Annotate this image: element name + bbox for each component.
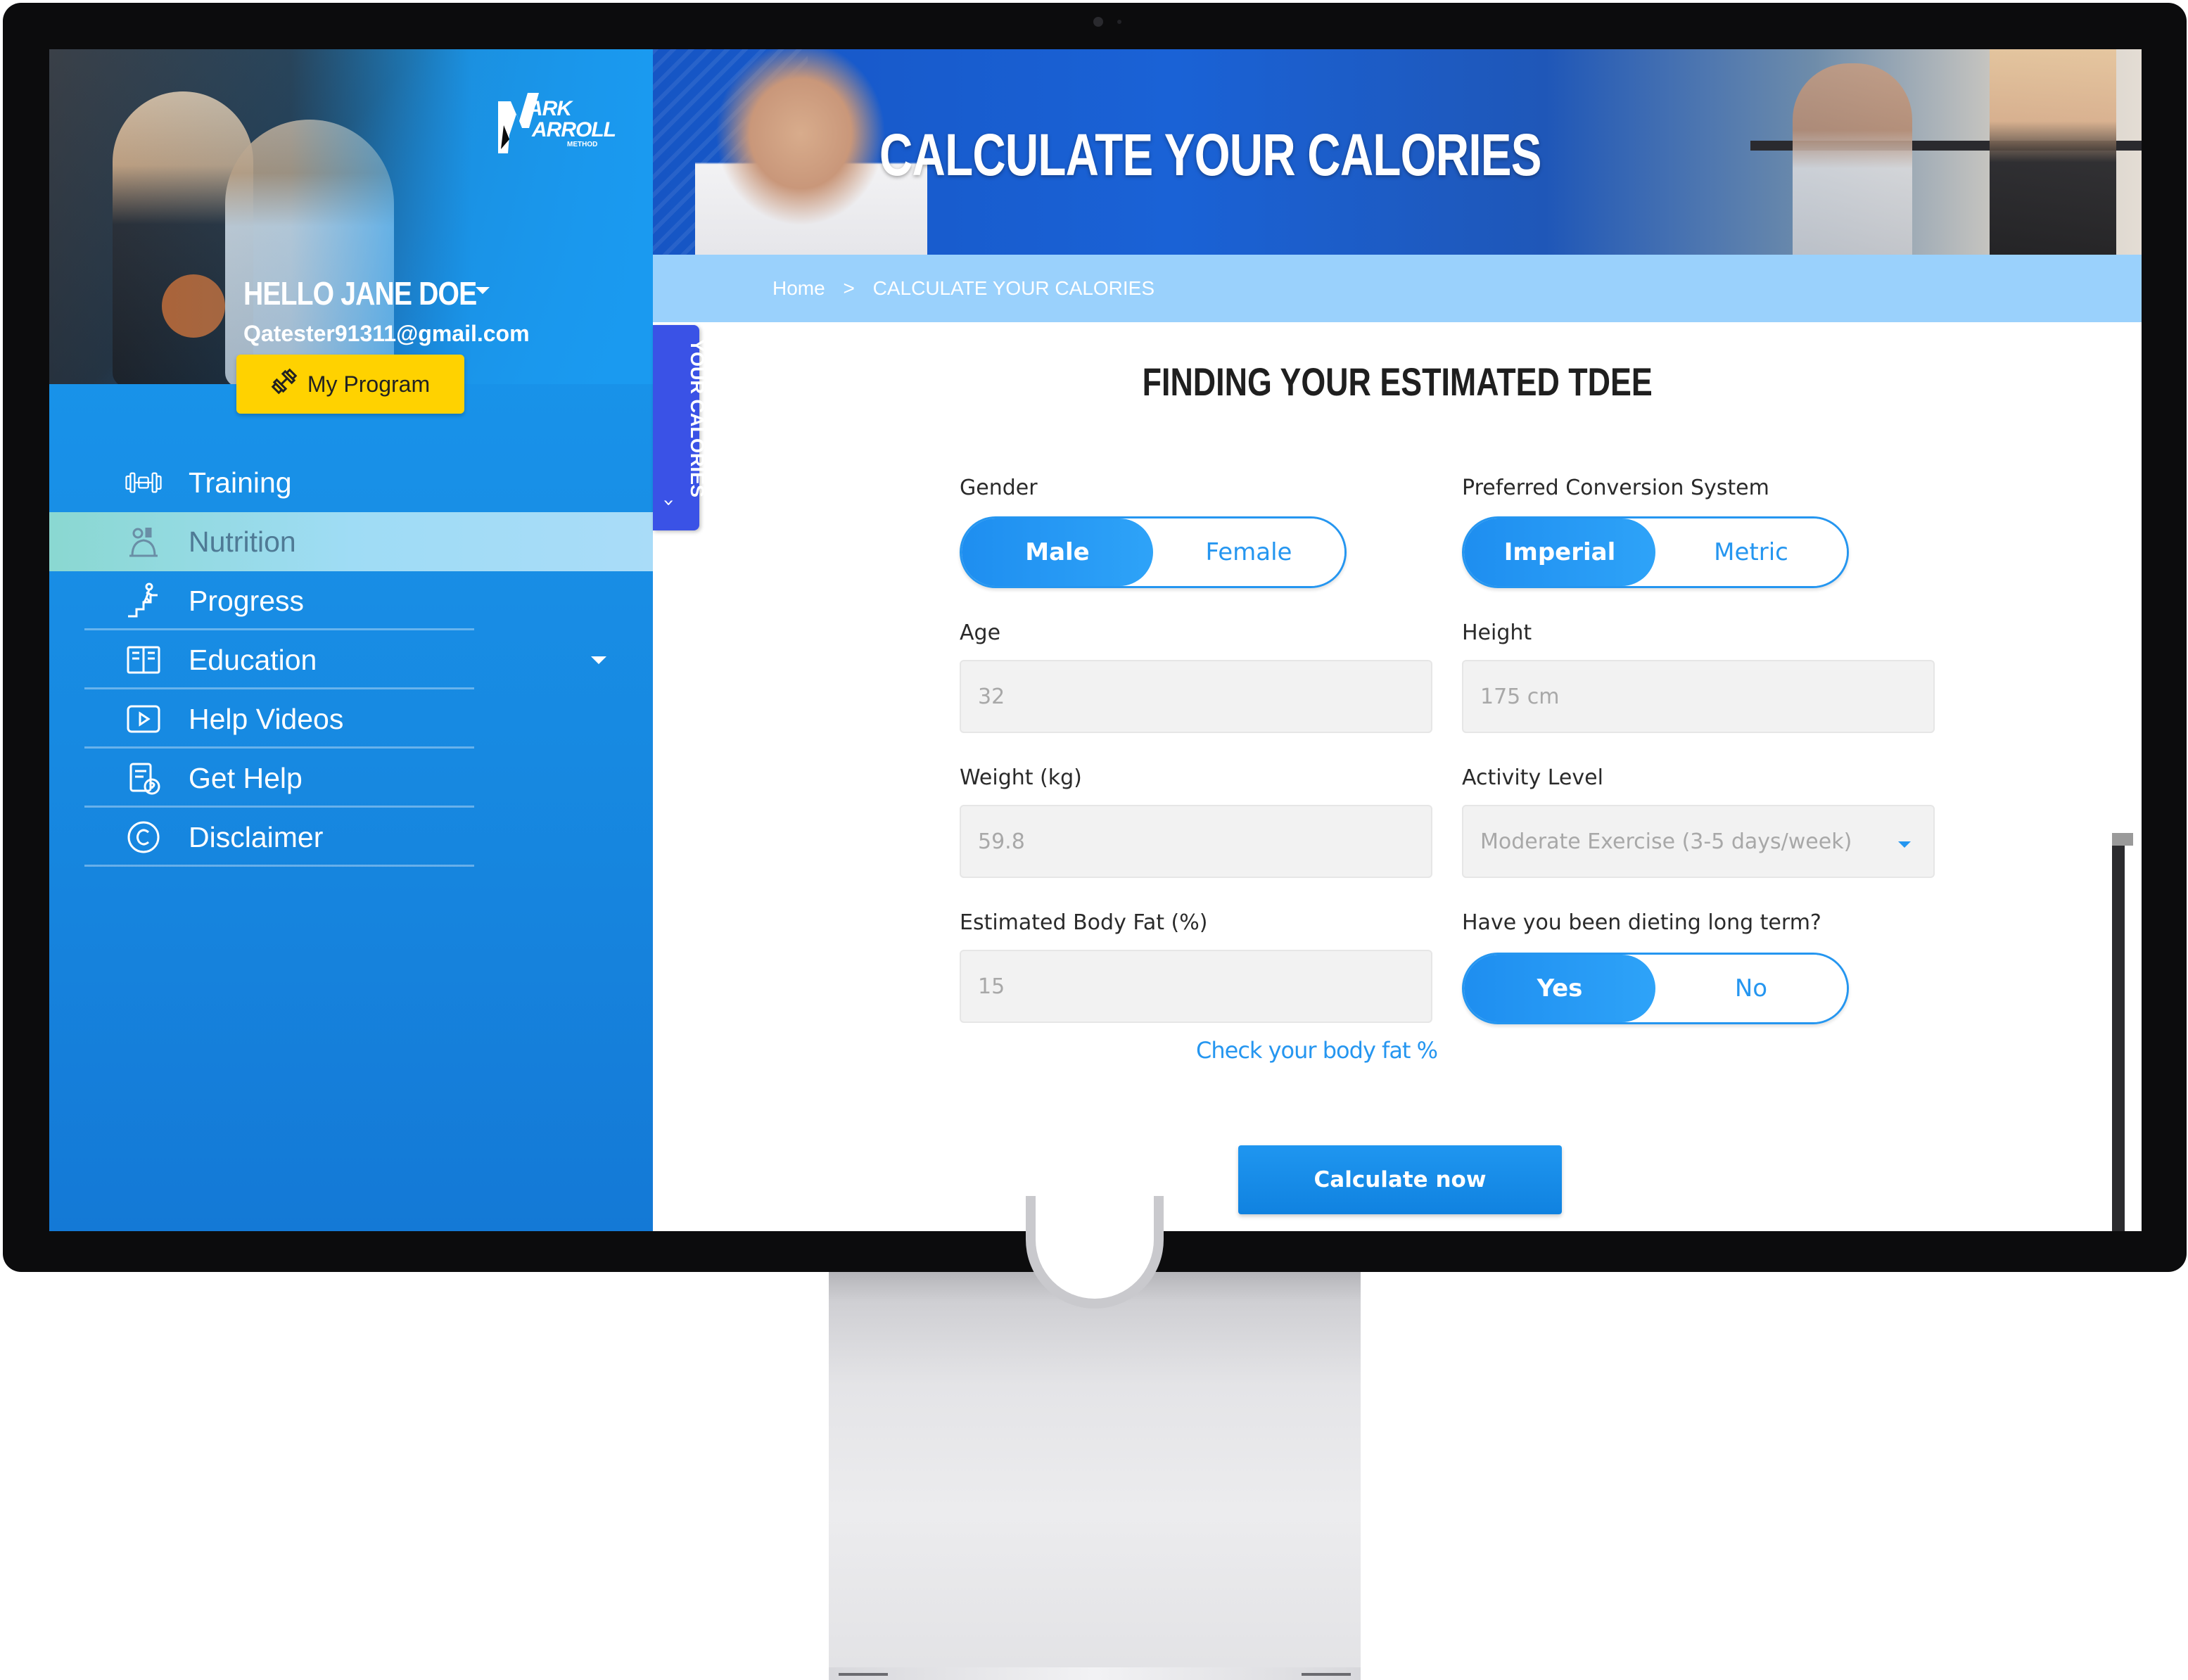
sidebar-item-label: Help Videos [189, 702, 344, 735]
logo-text-line3: METHOD [567, 141, 598, 148]
help-clipboard-icon [125, 760, 162, 796]
sidebar-item-training[interactable]: Training [49, 453, 653, 512]
chevron-down-icon[interactable] [591, 656, 606, 664]
breadcrumb: Home > CALCULATE YOUR CALORIES [653, 255, 2142, 322]
sidebar: ARK ARROLL METHOD HELLO JANE DOE Qateste… [49, 49, 653, 1231]
my-program-label: My Program [307, 371, 431, 397]
gender-label: Gender [960, 476, 1038, 500]
sidebar-item-disclaimer[interactable]: Disclaimer [49, 808, 653, 867]
weight-input[interactable]: 59.8 [960, 805, 1432, 878]
age-input[interactable]: 32 [960, 660, 1432, 733]
dieting-label: Have you been dieting long term? [1462, 910, 1821, 935]
sidebar-item-label: Training [189, 466, 292, 499]
sidebar-item-help-videos[interactable]: Help Videos [49, 689, 653, 749]
sidebar-item-label: Progress [189, 584, 305, 617]
sidebar-item-get-help[interactable]: Get Help [49, 749, 653, 808]
scrollbar[interactable] [2112, 833, 2125, 1231]
progress-stairs-icon [125, 583, 162, 619]
hero-banner: CALCULATE YOUR CALORIES [653, 49, 2142, 255]
nutrition-icon [125, 523, 162, 560]
play-icon [125, 701, 162, 737]
stand-foot-left [839, 1673, 888, 1676]
page-title: CALCULATE YOUR CALORIES [879, 122, 1541, 188]
main-content: CALCULATE YOUR CALORIES Home > CALCULATE… [653, 49, 2142, 1231]
breadcrumb-separator: > [843, 277, 855, 299]
breadcrumb-current: CALCULATE YOUR CALORIES [872, 277, 1155, 299]
brand-logo[interactable]: ARK ARROLL METHOD [494, 86, 621, 170]
dieting-toggle[interactable]: Yes No [1462, 953, 1849, 1024]
chevron-right-icon: › [658, 498, 682, 507]
user-greeting[interactable]: HELLO JANE DOE [243, 274, 477, 312]
monitor-screen: ARK ARROLL METHOD HELLO JANE DOE Qateste… [49, 49, 2142, 1231]
body-fat-input[interactable]: 15 [960, 950, 1432, 1023]
check-body-fat-link[interactable]: Check your body fat % [1196, 1037, 1438, 1064]
breadcrumb-trail: Home > CALCULATE YOUR CALORIES [772, 277, 1167, 300]
camera [1093, 17, 1103, 27]
conversion-imperial-option[interactable]: Imperial [1464, 518, 1655, 586]
user-email: Qatester91311@gmail.com [243, 321, 530, 346]
camera-sensor [1117, 20, 1121, 24]
nav-divider [84, 865, 474, 867]
calculate-now-button[interactable]: Calculate now [1238, 1145, 1562, 1214]
book-icon [125, 642, 162, 678]
copyright-icon [125, 819, 162, 855]
breadcrumb-home-link[interactable]: Home [772, 277, 825, 299]
weight-label: Weight (kg) [960, 765, 1082, 790]
conversion-toggle[interactable]: Imperial Metric [1462, 516, 1849, 588]
gender-female-option[interactable]: Female [1153, 518, 1344, 586]
sidebar-item-label: Disclaimer [189, 820, 324, 853]
gender-toggle[interactable]: Male Female [960, 516, 1347, 588]
sidebar-item-label: Nutrition [189, 525, 296, 558]
stand-foot-right [1302, 1673, 1351, 1676]
form-title: FINDING YOUR ESTIMATED TDEE [1142, 359, 1653, 404]
logo-text-line2: ARROLL [532, 118, 616, 141]
height-label: Height [1462, 621, 1532, 645]
dumbbell-icon [271, 368, 298, 401]
activity-level-value: Moderate Exercise (3-5 days/week) [1480, 829, 1852, 854]
sidebar-item-nutrition[interactable]: Nutrition [49, 512, 653, 571]
dieting-no-option[interactable]: No [1655, 955, 1847, 1022]
activity-label: Activity Level [1462, 765, 1603, 790]
gender-male-option[interactable]: Male [962, 518, 1153, 586]
age-label: Age [960, 621, 1001, 645]
user-menu-caret-icon[interactable] [476, 287, 490, 294]
hero-photo-trainer [1793, 63, 1912, 255]
sidebar-nav: Training Nutrition Progress Education He… [49, 453, 653, 867]
sidebar-item-label: Get Help [189, 761, 303, 794]
body-fat-label: Estimated Body Fat (%) [960, 910, 1208, 935]
height-input[interactable]: 175 cm [1462, 660, 1935, 733]
conversion-label: Preferred Conversion System [1462, 476, 1769, 500]
monitor-stand [829, 1259, 1361, 1680]
conversion-metric-option[interactable]: Metric [1655, 518, 1847, 586]
monitor-stand-base [829, 1667, 1361, 1680]
dieting-yes-option[interactable]: Yes [1464, 955, 1655, 1022]
monitor-bezel: ARK ARROLL METHOD HELLO JANE DOE Qateste… [3, 3, 2187, 1272]
logo-text-line1: ARK [528, 97, 572, 120]
sidebar-item-education[interactable]: Education [49, 630, 653, 689]
your-calories-tab[interactable]: YOUR CALORIES › [653, 325, 708, 530]
my-program-button[interactable]: My Program [236, 355, 464, 414]
dumbbell-icon [125, 464, 162, 501]
scrollbar-thumb[interactable] [2112, 833, 2133, 846]
activity-level-select[interactable]: Moderate Exercise (3-5 days/week) [1462, 805, 1935, 878]
chevron-down-icon [1898, 841, 1911, 848]
hero-photo-athlete [1990, 49, 2116, 255]
sidebar-item-label: Education [189, 643, 317, 676]
sidebar-item-progress[interactable]: Progress [49, 571, 653, 630]
